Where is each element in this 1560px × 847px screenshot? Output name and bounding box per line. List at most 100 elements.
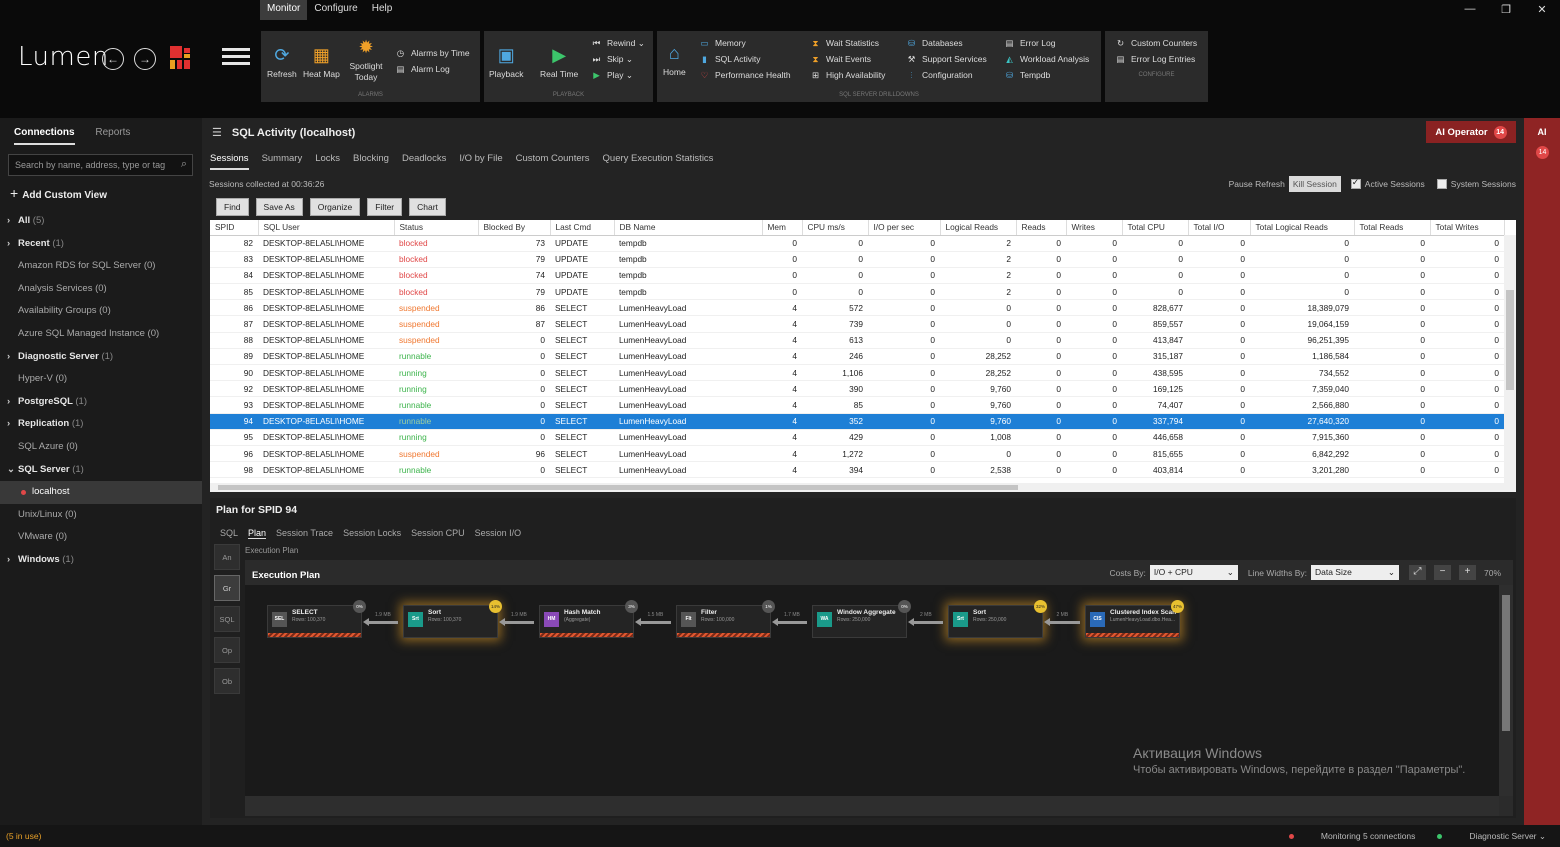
tree-item-analysis-services-0[interactable]: Analysis Services (0) xyxy=(0,278,202,301)
plan-side-button-op[interactable]: Op xyxy=(214,637,240,663)
menu-help[interactable]: Help xyxy=(365,0,400,20)
tab-i-o-by-file[interactable]: I/O by File xyxy=(459,153,502,170)
tab-custom-counters[interactable]: Custom Counters xyxy=(516,153,590,170)
save-as-button[interactable]: Save As xyxy=(255,198,303,216)
tree-item-windows[interactable]: › Windows (1) xyxy=(0,549,202,572)
table-row[interactable]: 90 DESKTOP-8ELA5LI\HOME running 0 SELECT Lume… xyxy=(210,364,1504,382)
plan-side-button-an[interactable]: An xyxy=(214,544,240,570)
back-button[interactable]: ← xyxy=(102,48,124,70)
chart-button[interactable]: Chart xyxy=(409,198,446,216)
plan-operator[interactable]: SEL SELECT Rows: 100,370 0% xyxy=(267,600,366,638)
forward-button[interactable]: → xyxy=(134,48,156,70)
ai-operator-button[interactable]: AI Operator 14 xyxy=(1426,121,1516,143)
table-row[interactable]: 92 DESKTOP-8ELA5LI\HOME running 0 SELECT Lume… xyxy=(210,380,1504,398)
custom-counters-button[interactable]: ↻ Custom Counters xyxy=(1115,38,1197,49)
grid-vertical-scrollbar[interactable] xyxy=(1504,235,1516,492)
play-button[interactable]: ▶ Play ⌄ xyxy=(591,70,633,81)
column-header[interactable]: Logical Reads xyxy=(940,220,1017,236)
column-header[interactable]: Last Cmd xyxy=(550,220,615,236)
table-row[interactable]: 94 DESKTOP-8ELA5LI\HOME runnable 0 SELECT Lum… xyxy=(210,413,1504,430)
plan-vertical-scrollbar[interactable] xyxy=(1499,585,1513,796)
skip-button[interactable]: ⏭ Skip ⌄ xyxy=(591,54,633,65)
column-header[interactable]: DB Name xyxy=(614,220,763,236)
app-menu-icon[interactable] xyxy=(222,48,250,68)
plan-side-button-gr[interactable]: Gr xyxy=(214,575,240,601)
spotlight-today-button[interactable]: ✹ Spotlight Today xyxy=(348,37,384,83)
column-header[interactable]: Status xyxy=(394,220,479,236)
refresh-button[interactable]: ⟳ Refresh xyxy=(267,45,297,79)
table-row[interactable]: 83 DESKTOP-8ELA5LI\HOME blocked 79 UPDATE tem… xyxy=(210,251,1504,268)
tree-item-azure-sql-managed-instance-0[interactable]: Azure SQL Managed Instance (0) xyxy=(0,323,202,346)
tree-item-vmware-0[interactable]: VMware (0) xyxy=(0,526,202,549)
column-header[interactable]: SPID xyxy=(210,220,259,236)
fit-icon[interactable]: ⤢ xyxy=(1408,565,1426,580)
table-row[interactable]: 84 DESKTOP-8ELA5LI\HOME blocked 74 UPDATE tem… xyxy=(210,267,1504,285)
wait-statistics-button[interactable]: ⧗ Wait Statistics xyxy=(810,38,880,49)
tab-summary[interactable]: Summary xyxy=(262,153,303,170)
table-row[interactable]: 86 DESKTOP-8ELA5LI\HOME suspended 86 SELECT L… xyxy=(210,299,1504,317)
pause-refresh-label[interactable]: Pause Refresh xyxy=(1229,179,1285,189)
wait-events-button[interactable]: ⧗ Wait Events xyxy=(810,54,872,65)
plan-operator[interactable]: HM Hash Match (Aggregate) 3% xyxy=(539,600,638,638)
tab-reports[interactable]: Reports xyxy=(95,127,130,138)
tab-sessions[interactable]: Sessions xyxy=(210,153,249,170)
table-row[interactable]: 89 DESKTOP-8ELA5LI\HOME runnable 0 SELECT Lum… xyxy=(210,348,1504,366)
active-sessions-checkbox[interactable] xyxy=(1350,177,1361,189)
column-header[interactable]: CPU ms/s xyxy=(802,220,869,236)
tree-item-localhost[interactable]: localhost xyxy=(0,481,202,504)
configuration-button[interactable]: ⫶ Configuration xyxy=(906,70,972,81)
tree-item-amazon-rds-for-sql-server-0[interactable]: Amazon RDS for SQL Server (0) xyxy=(0,255,202,278)
kill-session-button[interactable]: Kill Session xyxy=(1288,176,1341,192)
tree-item-sql-server[interactable]: ⌄ SQL Server (1) xyxy=(0,459,202,482)
plan-side-button-ob[interactable]: Ob xyxy=(214,668,240,694)
workload-analysis-button[interactable]: ◭ Workload Analysis xyxy=(1004,54,1089,65)
system-sessions-checkbox[interactable] xyxy=(1436,179,1447,189)
plan-operator[interactable]: CIS Clustered Index Scan LumenHeavyLoad.db… xyxy=(1085,600,1184,638)
column-header[interactable]: Total I/O xyxy=(1188,220,1251,236)
plan-tab-sql[interactable]: SQL xyxy=(220,528,238,539)
connection-search-input[interactable]: Search by name, address, type or tag ⌕ xyxy=(8,154,193,176)
find-button[interactable]: Find xyxy=(216,198,249,216)
tree-item-recent[interactable]: › Recent (1) xyxy=(0,233,202,256)
menu-monitor[interactable]: Monitor xyxy=(260,0,308,20)
minimize-icon[interactable]: — xyxy=(1452,0,1488,20)
column-header[interactable]: Total Writes xyxy=(1430,220,1505,236)
support-services-button[interactable]: ⚒ Support Services xyxy=(906,54,987,65)
plan-operator[interactable]: Srt Sort Rows: 100,370 14% xyxy=(403,600,502,638)
column-header[interactable]: Total Logical Reads xyxy=(1250,220,1355,236)
memory-button[interactable]: ▭ Memory xyxy=(699,38,745,49)
tree-item-postgresql[interactable]: › PostgreSQL (1) xyxy=(0,391,202,414)
performance-health-button[interactable]: ♡ Performance Health xyxy=(699,70,791,81)
tree-item-availability-groups-0[interactable]: Availability Groups (0) xyxy=(0,300,202,323)
tab-blocking[interactable]: Blocking xyxy=(353,153,389,170)
alarm-log-button[interactable]: ▤ Alarm Log xyxy=(395,64,449,75)
error-log-entries-button[interactable]: ▤ Error Log Entries xyxy=(1115,54,1195,65)
menu-configure[interactable]: Configure xyxy=(307,0,364,20)
table-row[interactable]: 85 DESKTOP-8ELA5LI\HOME blocked 79 UPDATE tem… xyxy=(210,283,1504,301)
tree-item-unix-linux-0[interactable]: Unix/Linux (0) xyxy=(0,504,202,527)
column-header[interactable]: Total CPU xyxy=(1122,220,1189,236)
tree-item-diagnostic-server[interactable]: › Diagnostic Server (1) xyxy=(0,346,202,369)
plan-side-button-sql[interactable]: SQL xyxy=(214,606,240,632)
ai-side-panel[interactable]: AI 14 xyxy=(1524,118,1560,825)
high-availability-button[interactable]: ⊞ High Availability xyxy=(810,70,885,81)
grid-horizontal-scrollbar[interactable] xyxy=(210,483,1504,492)
heat-map-button[interactable]: ▦ Heat Map xyxy=(303,45,340,79)
alarms-by-time-button[interactable]: ◷ Alarms by Time xyxy=(395,48,470,59)
table-row[interactable]: 95 DESKTOP-8ELA5LI\HOME running 0 SELECT Lume… xyxy=(210,429,1504,446)
plan-operator[interactable]: WA Window Aggregate Rows: 250,000 0% xyxy=(812,600,911,638)
rewind-button[interactable]: ⏮ Rewind ⌄ xyxy=(591,38,645,49)
plan-horizontal-scrollbar[interactable] xyxy=(245,796,1499,816)
costs-by-select[interactable]: I/O + CPU ⌄ xyxy=(1149,565,1238,580)
sql-activity-button[interactable]: ▮ SQL Activity xyxy=(699,54,760,65)
plan-operator[interactable]: Srt Sort Rows: 250,000 32% xyxy=(948,600,1047,638)
tree-item-all[interactable]: › All (5) xyxy=(0,210,202,233)
table-row[interactable]: 87 DESKTOP-8ELA5LI\HOME suspended 87 SELECT L… xyxy=(210,315,1504,333)
add-custom-view-button[interactable]: + Add Custom View xyxy=(10,185,107,201)
plan-tab-plan[interactable]: Plan xyxy=(248,528,267,539)
column-header[interactable]: Mem xyxy=(762,220,803,236)
column-header[interactable]: SQL User xyxy=(258,220,395,236)
tab-connections[interactable]: Connections xyxy=(14,127,75,145)
tab-deadlocks[interactable]: Deadlocks xyxy=(402,153,446,170)
tab-query-execution-statistics[interactable]: Query Execution Statistics xyxy=(603,153,714,170)
